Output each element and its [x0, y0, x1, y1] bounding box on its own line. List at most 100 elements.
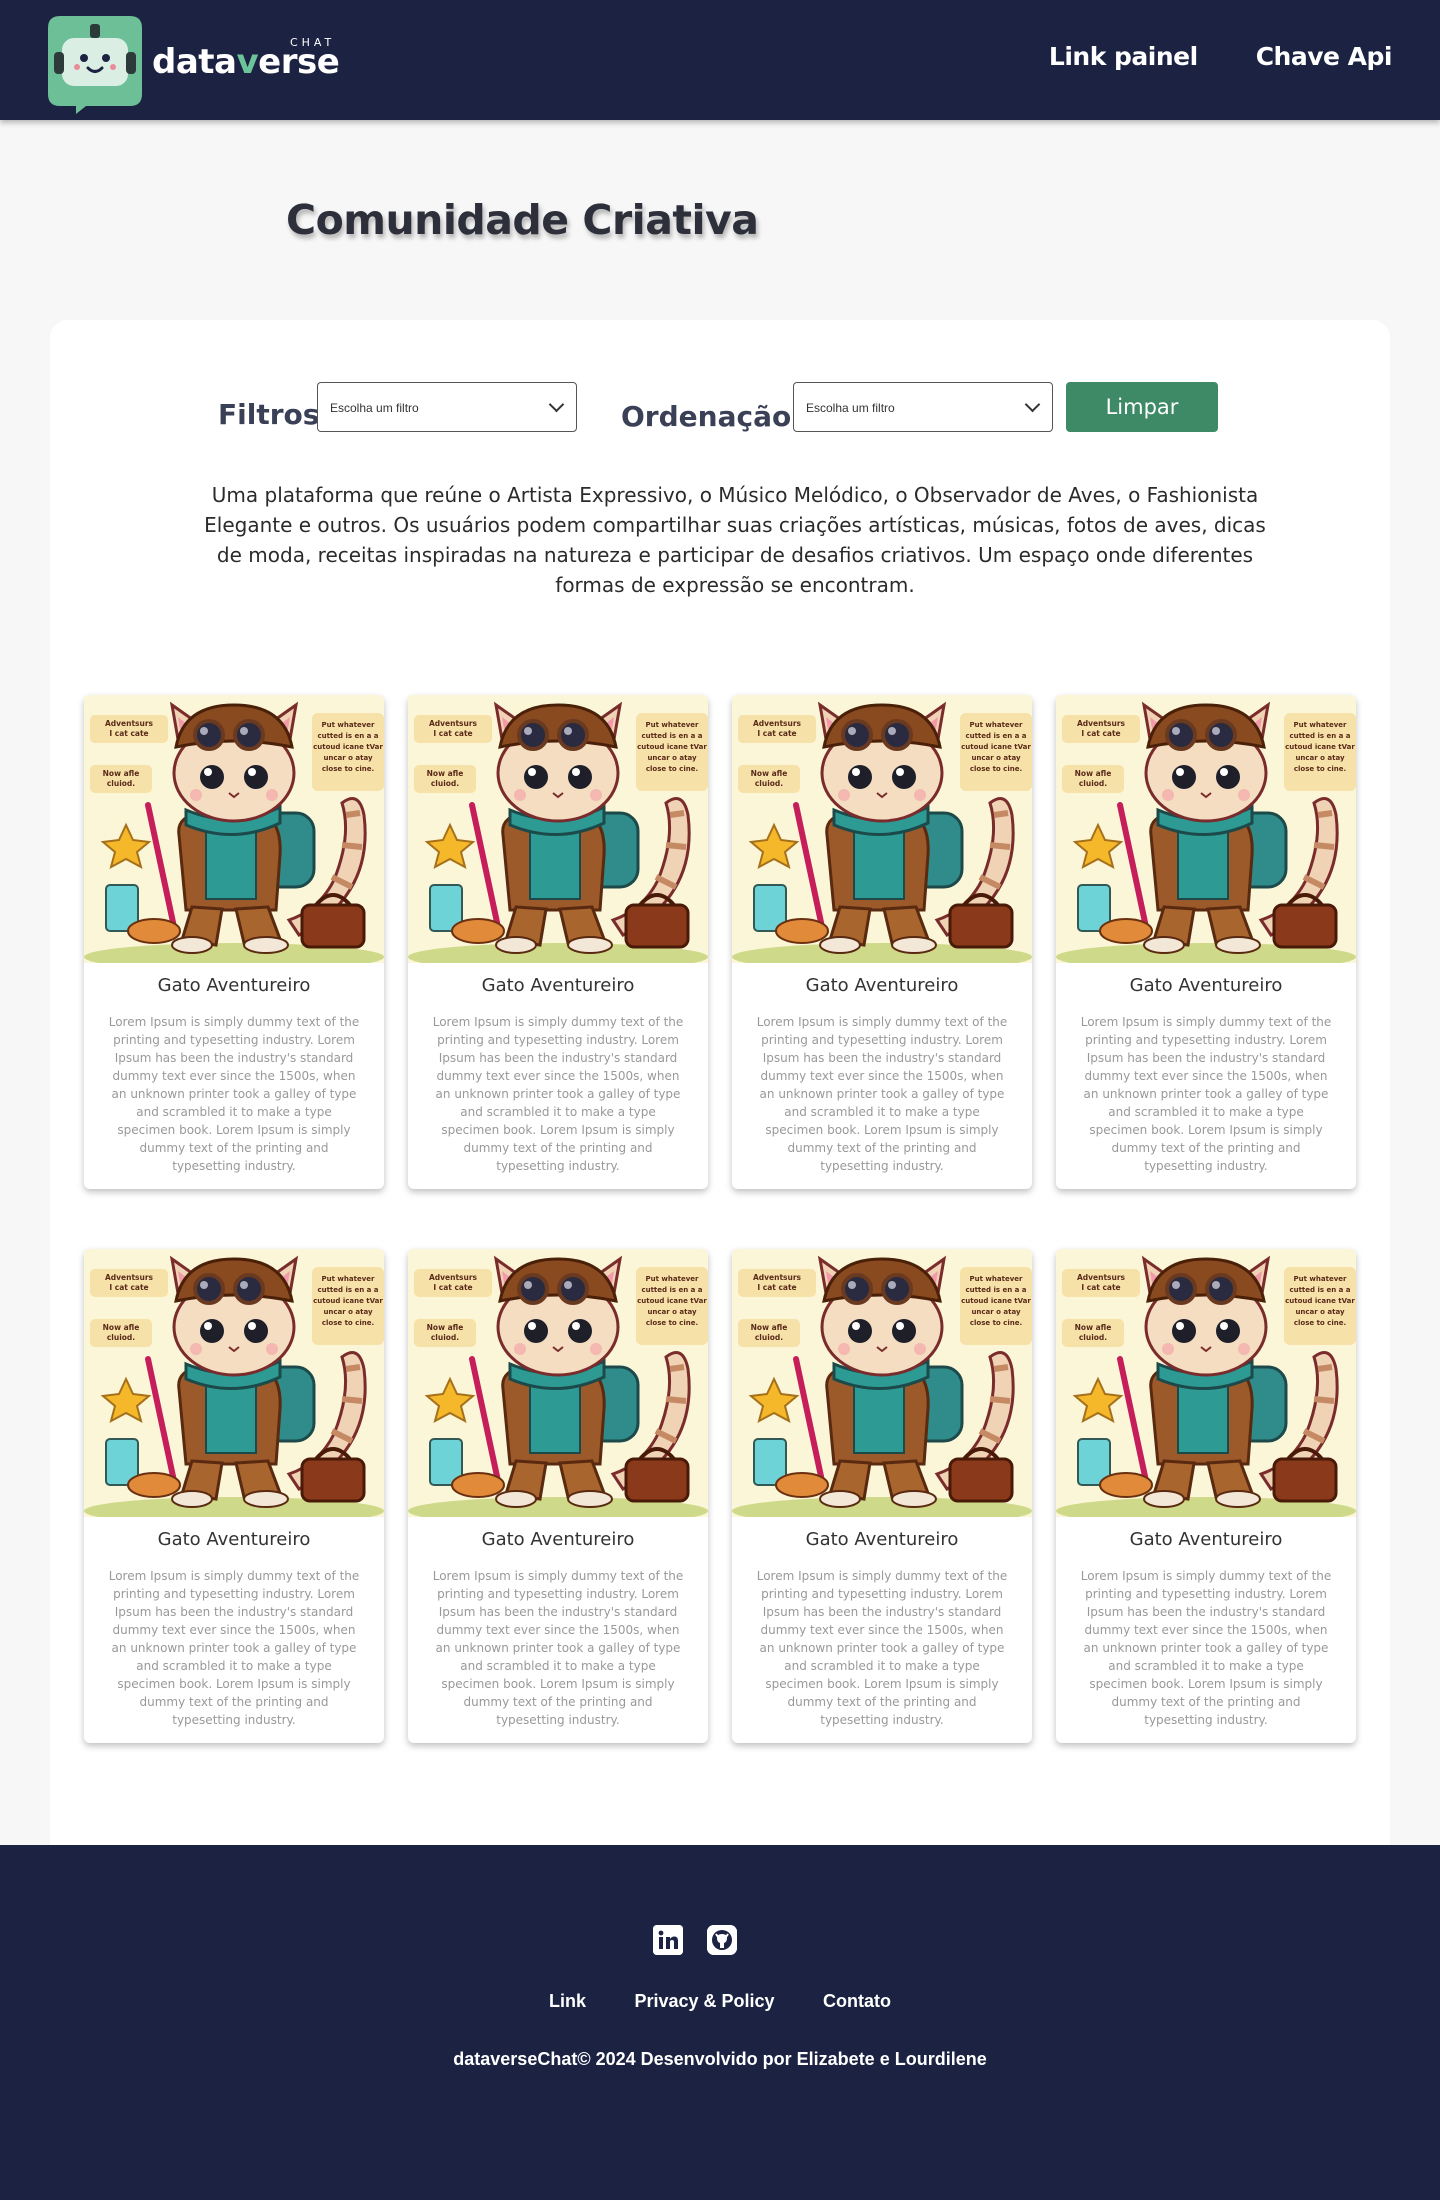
github-icon[interactable] [707, 1925, 737, 1955]
svg-text:I cat cate: I cat cate [757, 1283, 796, 1292]
card-description: Lorem Ipsum is simply dummy text of the … [108, 1569, 360, 1727]
svg-text:Now afle: Now afle [1075, 769, 1112, 778]
svg-text:cutted is en a a: cutted is en a a [641, 1286, 702, 1294]
card[interactable]: Adventsurs I cat cate Now afle cluiod. P… [1056, 1249, 1356, 1743]
svg-text:cutoud icane tVar: cutoud icane tVar [637, 743, 707, 751]
copyright-text: dataverseChat© 2024 Desenvolvido por Eli… [453, 2049, 987, 2069]
svg-text:Put whatever: Put whatever [1294, 1275, 1347, 1283]
card[interactable]: Adventsurs I cat cate Now afle cluiod. P… [408, 695, 708, 1189]
card-description: Lorem Ipsum is simply dummy text of the … [432, 1569, 684, 1727]
svg-text:close to cine.: close to cine. [1294, 765, 1346, 773]
svg-text:close to cine.: close to cine. [1294, 1319, 1346, 1327]
page-title: Comunidade Criativa [286, 196, 759, 244]
main-nav: Link painel Chave Api [1049, 42, 1393, 71]
svg-text:cluiod.: cluiod. [755, 779, 783, 788]
social-links [653, 1925, 737, 1955]
card[interactable]: Adventsurs I cat cate Now afle cluiod. P… [84, 695, 384, 1189]
card-grid: Adventsurs I cat cate Now afle cluiod. P… [84, 695, 1356, 1743]
svg-text:I cat cate: I cat cate [757, 729, 796, 738]
svg-text:cluiod.: cluiod. [755, 1333, 783, 1342]
svg-text:cutoud icane tVar: cutoud icane tVar [961, 1297, 1031, 1305]
order-select[interactable]: Escolha um filtro [793, 382, 1053, 432]
svg-text:cluiod.: cluiod. [431, 779, 459, 788]
svg-text:cutted is en a a: cutted is en a a [641, 732, 702, 740]
svg-text:uncar o atay: uncar o atay [971, 754, 1021, 762]
svg-text:Now afle: Now afle [751, 769, 788, 778]
logo[interactable]: CHAT dataverse [46, 12, 340, 114]
svg-text:close to cine.: close to cine. [322, 765, 374, 773]
svg-text:cutoud icane tVar: cutoud icane tVar [313, 1297, 383, 1305]
svg-text:Put whatever: Put whatever [646, 721, 699, 729]
filter-select[interactable]: Escolha um filtro [317, 382, 577, 432]
adventurer-cat-illustration: Adventsurs I cat cate Now afle cluiod. P… [84, 1249, 384, 1517]
svg-text:Adventsurs: Adventsurs [1077, 1273, 1126, 1282]
robot-logo-icon [46, 12, 144, 114]
svg-text:Adventsurs: Adventsurs [105, 1273, 154, 1282]
nav-link-painel[interactable]: Link painel [1049, 42, 1198, 71]
svg-text:close to cine.: close to cine. [970, 1319, 1022, 1327]
svg-text:uncar o atay: uncar o atay [971, 1308, 1021, 1316]
chevron-down-icon [548, 396, 565, 413]
svg-text:cutted is en a a: cutted is en a a [965, 1286, 1026, 1294]
svg-text:Adventsurs: Adventsurs [1077, 719, 1126, 728]
svg-text:uncar o atay: uncar o atay [323, 754, 373, 762]
card[interactable]: Adventsurs I cat cate Now afle cluiod. P… [732, 1249, 1032, 1743]
svg-text:cluiod.: cluiod. [431, 1333, 459, 1342]
nav-chave-api[interactable]: Chave Api [1256, 42, 1393, 71]
svg-text:Put whatever: Put whatever [322, 1275, 375, 1283]
svg-text:cutoud icane tVar: cutoud icane tVar [637, 1297, 707, 1305]
svg-text:Put whatever: Put whatever [1294, 721, 1347, 729]
footer-privacy-link[interactable]: Privacy & Policy [634, 1991, 774, 2011]
order-select-value: Escolha um filtro [806, 401, 895, 415]
card-description: Lorem Ipsum is simply dummy text of the … [432, 1015, 684, 1173]
footer-links: Link Privacy & Policy Contato [0, 1991, 1440, 2012]
svg-text:I cat cate: I cat cate [109, 729, 148, 738]
svg-text:Now afle: Now afle [427, 769, 464, 778]
footer-contact-link[interactable]: Contato [823, 1991, 891, 2011]
clear-button[interactable]: Limpar [1066, 382, 1218, 432]
svg-text:Now afle: Now afle [1075, 1323, 1112, 1332]
content-panel: Filtros Escolha um filtro Ordenação Esco… [50, 320, 1390, 1845]
svg-text:uncar o atay: uncar o atay [323, 1308, 373, 1316]
filter-bar: Filtros Escolha um filtro Ordenação Esco… [218, 382, 1258, 442]
svg-text:close to cine.: close to cine. [646, 765, 698, 773]
svg-text:cutted is en a a: cutted is en a a [1289, 1286, 1350, 1294]
svg-text:Now afle: Now afle [751, 1323, 788, 1332]
svg-text:Put whatever: Put whatever [322, 721, 375, 729]
svg-text:Now afle: Now afle [103, 1323, 140, 1332]
card-description: Lorem Ipsum is simply dummy text of the … [1080, 1015, 1332, 1173]
footer-link[interactable]: Link [549, 1991, 586, 2011]
svg-text:cutoud icane tVar: cutoud icane tVar [313, 743, 383, 751]
card[interactable]: Adventsurs I cat cate Now afle cluiod. P… [1056, 695, 1356, 1189]
filter-label: Filtros [218, 398, 320, 431]
svg-text:cluiod.: cluiod. [1079, 1333, 1107, 1342]
svg-text:cutted is en a a: cutted is en a a [1289, 732, 1350, 740]
svg-text:close to cine.: close to cine. [646, 1319, 698, 1327]
svg-text:Now afle: Now afle [103, 769, 140, 778]
card[interactable]: Adventsurs I cat cate Now afle cluiod. P… [408, 1249, 708, 1743]
svg-text:cutoud icane tVar: cutoud icane tVar [1285, 1297, 1355, 1305]
svg-text:Adventsurs: Adventsurs [753, 1273, 802, 1282]
svg-text:Put whatever: Put whatever [970, 1275, 1023, 1283]
platform-description: Uma plataforma que reúne o Artista Expre… [204, 483, 1266, 597]
svg-text:uncar o atay: uncar o atay [647, 1308, 697, 1316]
svg-text:Put whatever: Put whatever [970, 721, 1023, 729]
adventurer-cat-illustration: Adventsurs I cat cate Now afle cluiod. P… [408, 1249, 708, 1517]
card-description: Lorem Ipsum is simply dummy text of the … [756, 1015, 1008, 1173]
adventurer-cat-illustration: Adventsurs I cat cate Now afle cluiod. P… [84, 695, 384, 963]
linkedin-icon[interactable] [653, 1925, 683, 1955]
svg-text:cutted is en a a: cutted is en a a [317, 1286, 378, 1294]
svg-text:cluiod.: cluiod. [107, 779, 135, 788]
card-title: Gato Aventureiro [1129, 975, 1283, 996]
adventurer-cat-illustration: Adventsurs I cat cate Now afle cluiod. P… [408, 695, 708, 963]
svg-text:I cat cate: I cat cate [1081, 1283, 1120, 1292]
svg-text:close to cine.: close to cine. [970, 765, 1022, 773]
card[interactable]: Adventsurs I cat cate Now afle cluiod. P… [84, 1249, 384, 1743]
card[interactable]: Adventsurs I cat cate Now afle cluiod. P… [732, 695, 1032, 1189]
filter-select-value: Escolha um filtro [330, 401, 419, 415]
card-title: Gato Aventureiro [805, 975, 959, 996]
site-header: CHAT dataverse Link painel Chave Api [0, 0, 1440, 120]
svg-text:cluiod.: cluiod. [107, 1333, 135, 1342]
card-title: Gato Aventureiro [1129, 1529, 1283, 1550]
logo-chat-text: CHAT [289, 36, 336, 49]
